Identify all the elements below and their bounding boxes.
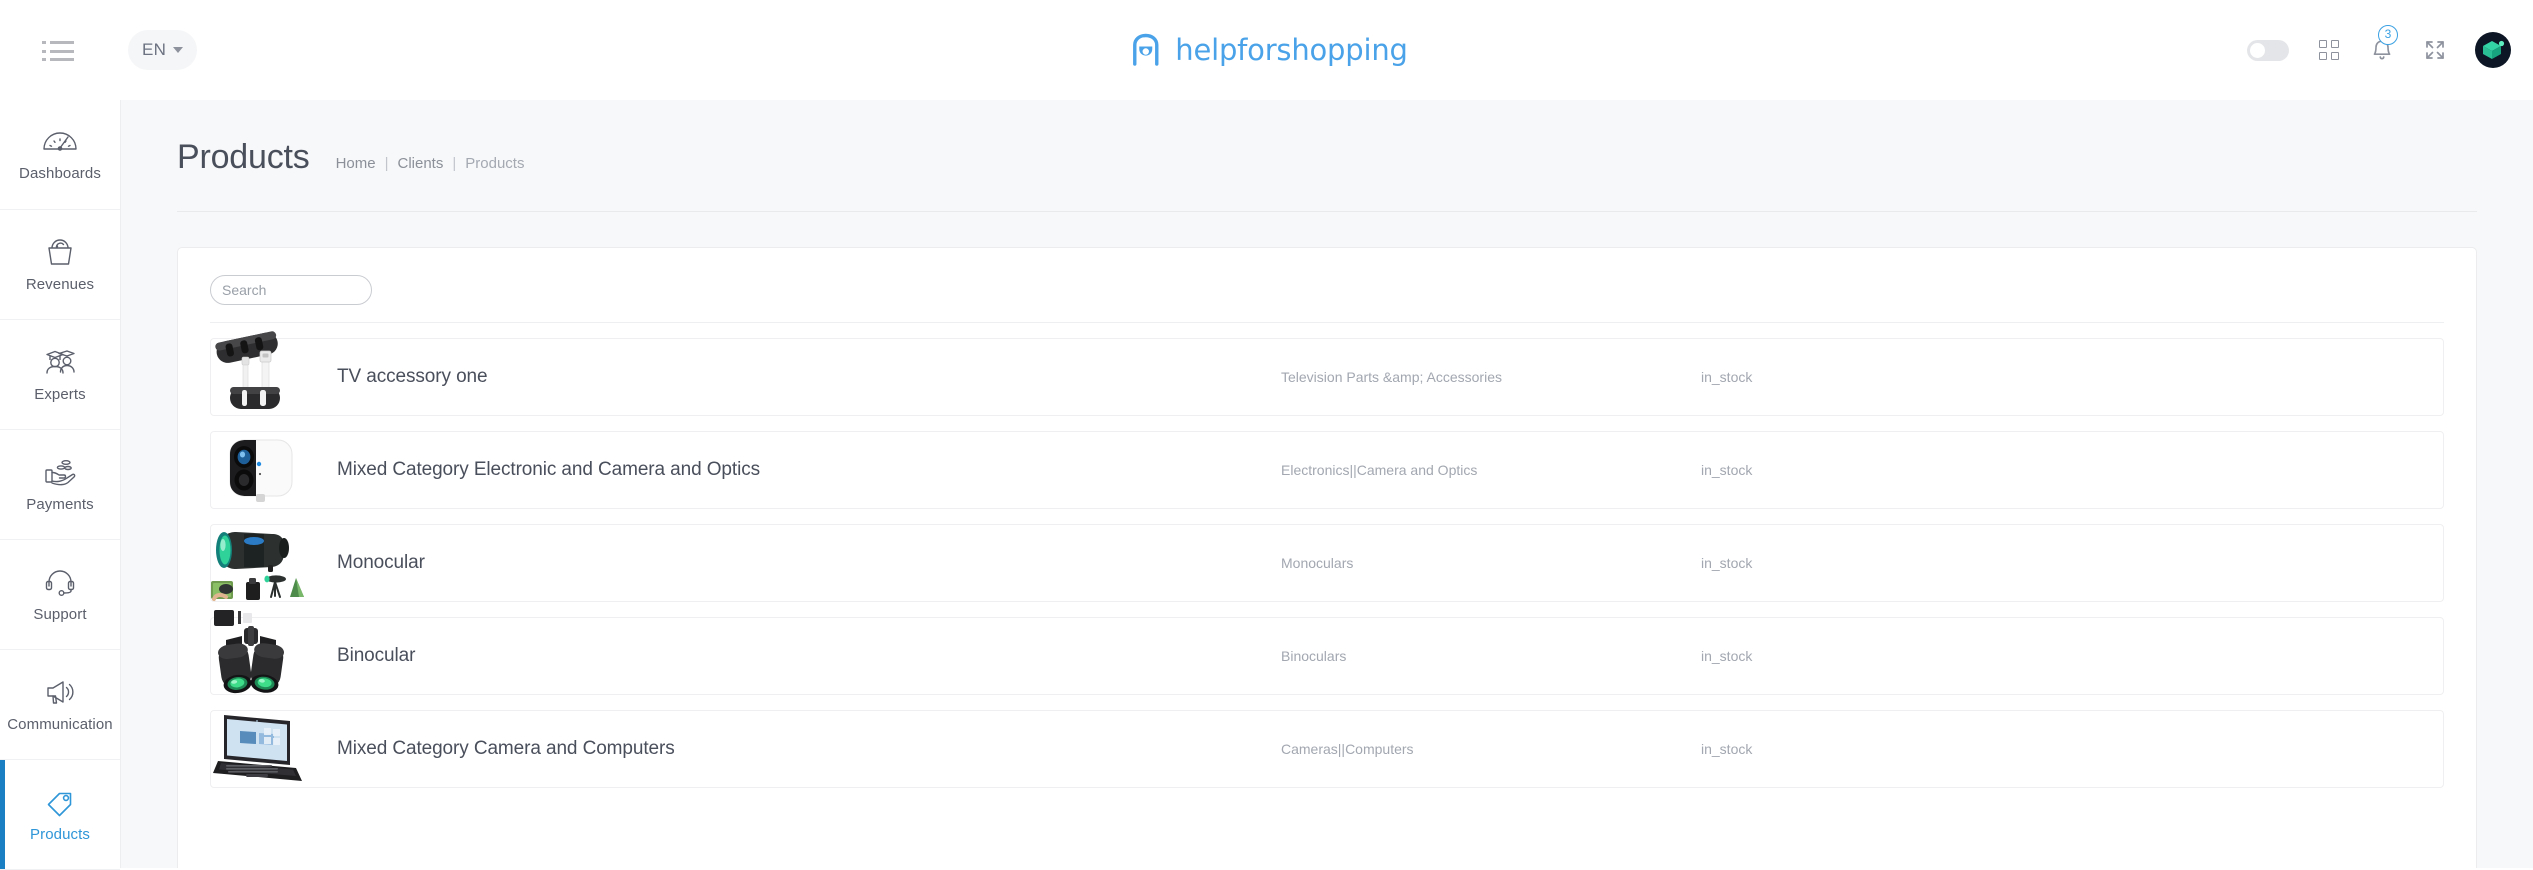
sidebar-item-label: Experts [34,386,86,403]
sidebar-item-products[interactable]: Products [0,760,120,870]
top-bar: EN helpforshopping 3 [0,0,2533,100]
sidebar-item-payments[interactable]: Payments [0,430,120,540]
product-thumbnail [208,325,312,429]
product-name: Mixed Category Electronic and Camera and… [337,459,760,481]
fullscreen-expand-icon [2424,39,2446,61]
notifications-button[interactable]: 3 [2369,37,2395,63]
breadcrumb-separator: | [385,155,389,172]
product-thumbnail [208,418,312,522]
price-tag-icon [43,787,77,817]
megaphone-icon [42,677,78,707]
grid-apps-icon [2319,40,2339,60]
hand-coins-icon [41,457,79,487]
product-category: Cameras||Computers [1281,741,1414,757]
black-laptop-windows-screen-image [208,697,312,801]
basket-icon [43,237,77,267]
product-stock-status: in_stock [1701,648,1752,664]
table-row[interactable]: Binocular Binoculars in_stock [210,617,2444,695]
hamburger-dot [42,41,46,44]
breadcrumb-item-clients[interactable]: Clients [398,155,444,172]
table-row[interactable]: Mixed Category Electronic and Camera and… [210,431,2444,509]
cube-layers-avatar [2478,35,2508,65]
fullscreen-button[interactable] [2422,37,2448,63]
speedometer-icon [41,128,79,156]
sidebar-item-dashboards[interactable]: Dashboards [0,100,120,210]
product-name: TV accessory one [337,366,487,388]
search-input[interactable] [222,282,403,298]
language-selector[interactable]: EN [128,30,197,70]
graduates-icon [41,347,79,377]
breadcrumb-item-home[interactable]: Home [336,155,376,172]
product-stock-status: in_stock [1701,462,1752,478]
sidebar-item-label: Support [33,606,86,623]
product-category: Electronics||Camera and Optics [1281,462,1477,478]
product-category: Television Parts &amp; Accessories [1281,369,1502,385]
product-name: Monocular [337,552,425,574]
table-row[interactable]: Mixed Category Camera and Computers Came… [210,710,2444,788]
notification-count-badge: 3 [2378,25,2398,45]
main-content: Products Home | Clients | Products [121,100,2533,868]
brand-name: helpforshopping [1175,33,1407,67]
product-category: Binoculars [1281,648,1346,664]
product-thumbnail [208,604,312,708]
page-title: Products [177,138,310,177]
product-stock-status: in_stock [1701,555,1752,571]
sidebar-item-communication[interactable]: Communication [0,650,120,760]
monocular-telescope-green-lens-image [208,511,312,615]
sidebar-item-label: Revenues [26,276,94,293]
black-binoculars-green-lens-image [208,604,312,708]
sidebar-item-support[interactable]: Support [0,540,120,650]
hamburger-bar [50,50,74,53]
hamburger-bar [50,58,74,61]
sidebar: Dashboards Revenues Experts [0,100,121,868]
search-area [178,275,2476,305]
hamburger-dot [42,58,46,61]
sidebar-item-label: Payments [26,496,94,513]
white-security-camera-image [208,418,312,522]
toggle-knob [2250,43,2265,58]
brand-logo[interactable]: helpforshopping [1125,30,1407,70]
product-name: Mixed Category Camera and Computers [337,738,675,760]
product-stock-status: in_stock [1701,741,1752,757]
products-panel: TV accessory one Television Parts &amp; … [177,247,2477,868]
user-avatar[interactable] [2475,32,2511,68]
language-label: EN [142,40,166,60]
breadcrumb: Home | Clients | Products [336,155,525,172]
apps-grid-button[interactable] [2316,37,2342,63]
product-name: Binocular [337,645,415,667]
products-list: TV accessory one Television Parts &amp; … [178,338,2476,788]
cable-organizer-with-cables-image [208,325,312,429]
sidebar-item-experts[interactable]: Experts [0,320,120,430]
sidebar-item-label: Dashboards [19,165,101,182]
breadcrumb-separator: | [452,155,456,172]
sidebar-item-label: Communication [7,716,113,733]
breadcrumb-item-products[interactable]: Products [465,155,524,172]
page-header: Products Home | Clients | Products [121,100,2533,177]
search-divider [210,322,2444,323]
top-actions: 3 [2247,32,2511,68]
header-divider [177,211,2477,212]
headset-icon [43,567,77,597]
sidebar-item-label: Products [30,826,90,843]
hamburger-dot [42,50,46,53]
chevron-down-icon [173,47,183,53]
product-stock-status: in_stock [1701,369,1752,385]
shopping-bag-smiley-logo [1125,30,1165,70]
theme-toggle[interactable] [2247,40,2289,61]
product-thumbnail [208,511,312,615]
table-row[interactable]: TV accessory one Television Parts &amp; … [210,338,2444,416]
hamburger-bar [50,41,74,44]
sidebar-item-revenues[interactable]: Revenues [0,210,120,320]
search-box[interactable] [210,275,372,305]
table-row[interactable]: Monocular Monoculars in_stock [210,524,2444,602]
product-category: Monoculars [1281,555,1353,571]
menu-toggle-icon[interactable] [42,41,74,61]
product-thumbnail [208,697,312,801]
